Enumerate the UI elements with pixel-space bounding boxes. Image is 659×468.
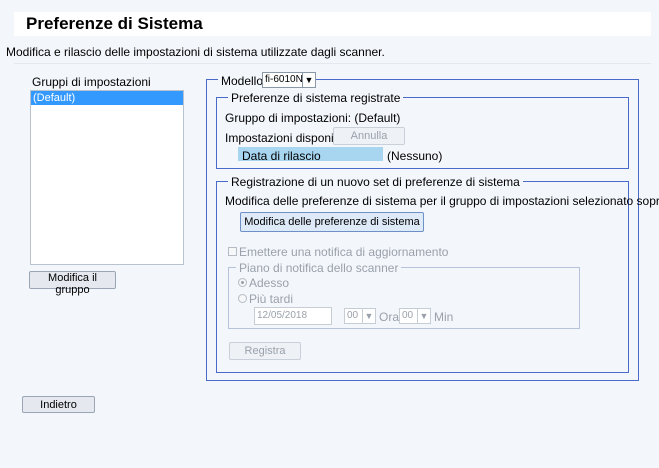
edit-system-preferences-button[interactable]: Modifica delle preferenze di sistema bbox=[240, 212, 424, 232]
date-field[interactable]: 12/05/2018 bbox=[254, 307, 332, 325]
chevron-down-icon: ▼ bbox=[362, 309, 375, 323]
new-set-description: Modifica delle preferenze di sistema per… bbox=[225, 194, 659, 208]
register-button[interactable]: Registra bbox=[229, 342, 301, 360]
model-label: Modello: bbox=[221, 74, 267, 88]
schedule-legend: Piano di notifica dello scanner bbox=[236, 261, 402, 275]
later-radio-label: Più tardi bbox=[249, 292, 294, 306]
available-settings-label: Impostazioni disponibili bbox=[225, 131, 349, 145]
title-bar: Preferenze di Sistema bbox=[14, 12, 651, 36]
settings-groups-list[interactable]: (Default) bbox=[30, 90, 184, 265]
list-item[interactable]: (Default) bbox=[31, 91, 183, 105]
page-title: Preferenze di Sistema bbox=[26, 14, 203, 33]
model-select[interactable]: fi-6010N ▼ bbox=[262, 72, 316, 88]
notify-checkbox-label: Emettere una notifica di aggiornamento bbox=[239, 245, 449, 259]
cancel-button[interactable]: Annulla bbox=[333, 127, 405, 145]
minute-select-value: 00 bbox=[402, 310, 414, 321]
release-date-value: (Nessuno) bbox=[387, 149, 443, 163]
hour-select-value: 00 bbox=[347, 310, 359, 321]
divider bbox=[14, 63, 651, 64]
now-radio[interactable] bbox=[238, 278, 247, 287]
hour-label: Ora bbox=[379, 310, 400, 324]
hour-select[interactable]: 00 ▼ bbox=[344, 308, 376, 324]
registered-legend: Preferenze di sistema registrate bbox=[228, 91, 404, 105]
back-button[interactable]: Indietro bbox=[22, 396, 95, 413]
minute-label: Min bbox=[434, 310, 454, 324]
release-date-label: Data di rilascio bbox=[242, 149, 321, 163]
minute-select[interactable]: 00 ▼ bbox=[399, 308, 431, 324]
edit-group-button[interactable]: Modifica il gruppo bbox=[29, 271, 116, 296]
new-set-legend: Registrazione di un nuovo set di prefere… bbox=[228, 175, 523, 189]
chevron-down-icon: ▼ bbox=[302, 73, 315, 87]
now-radio-label: Adesso bbox=[249, 276, 290, 290]
model-select-value: fi-6010N bbox=[265, 74, 303, 85]
page-description: Modifica e rilascio delle impostazioni d… bbox=[6, 45, 385, 59]
notify-checkbox[interactable] bbox=[228, 247, 237, 256]
settings-groups-label: Gruppi di impostazioni bbox=[32, 75, 151, 89]
chevron-down-icon: ▼ bbox=[417, 309, 430, 323]
later-radio[interactable] bbox=[238, 294, 247, 303]
registered-group-text: Gruppo di impostazioni: (Default) bbox=[225, 111, 401, 125]
